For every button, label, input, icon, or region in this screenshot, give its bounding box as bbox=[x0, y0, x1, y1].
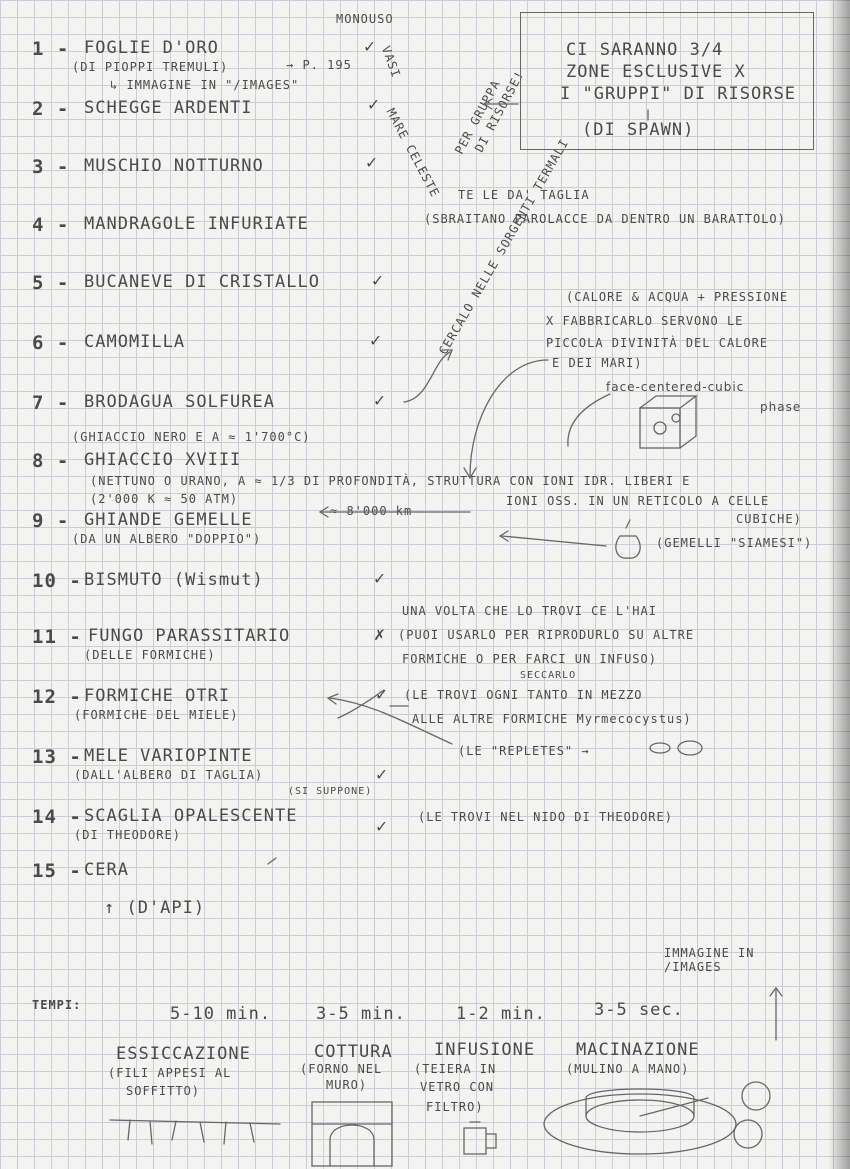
drying-herbs-icon bbox=[109, 1119, 281, 1145]
curved-arrow-icon bbox=[469, 359, 549, 477]
pencil-sketches bbox=[109, 98, 783, 1167]
ant-icon bbox=[649, 740, 703, 756]
hand-mill-icon bbox=[543, 1081, 771, 1155]
twin-acorns-icon bbox=[615, 519, 641, 559]
teapot-icon bbox=[463, 1121, 497, 1155]
curved-arrow-icon bbox=[403, 351, 451, 403]
fcc-cube-icon bbox=[639, 395, 698, 449]
oven-icon bbox=[311, 1101, 393, 1167]
